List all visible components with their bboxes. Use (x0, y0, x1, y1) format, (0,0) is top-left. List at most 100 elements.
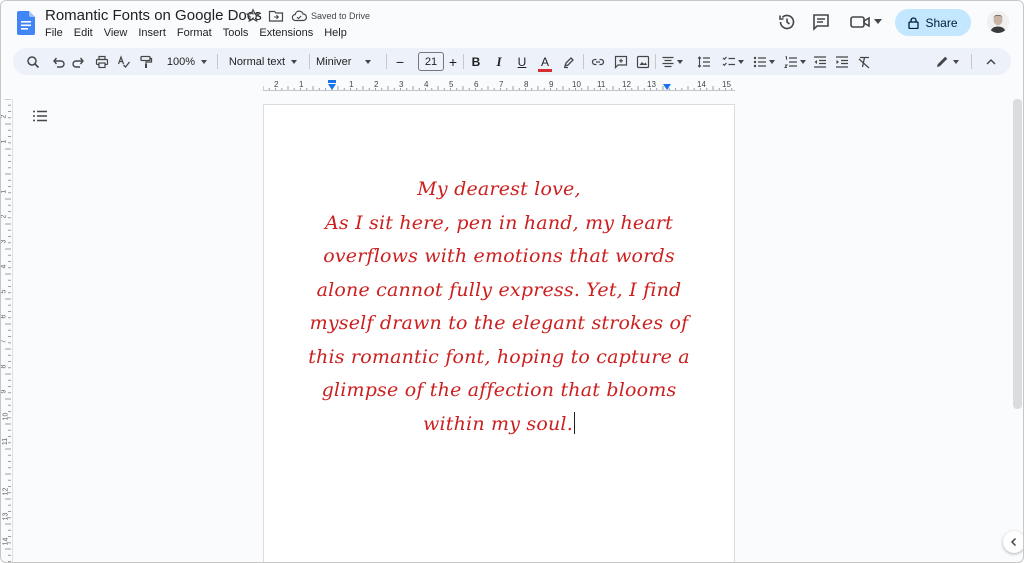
line-spacing-button[interactable] (696, 52, 712, 71)
image-icon (636, 55, 650, 68)
increase-indent-button[interactable] (834, 52, 850, 71)
menu-extensions[interactable]: Extensions (259, 27, 313, 39)
undo-button[interactable] (50, 52, 66, 71)
editing-mode-button[interactable] (933, 52, 961, 71)
app-window: Romantic Fonts on Google Docs Saved to D… (0, 0, 1024, 563)
text-line: alone cannot fully express. Yet, I find (316, 278, 682, 301)
insert-image-button[interactable] (635, 52, 651, 71)
menu-view[interactable]: View (104, 27, 128, 39)
avatar[interactable] (987, 11, 1009, 33)
increase-indent-icon (836, 55, 848, 68)
lock-icon (908, 16, 920, 29)
vertical-ruler-number: 14 (2, 537, 10, 546)
ruler-number: 3 (399, 80, 404, 89)
vertical-ruler-number: 11 (2, 437, 10, 446)
menu-bar: File Edit View Insert Format Tools Exten… (45, 27, 347, 39)
side-panel-toggle-button[interactable] (1003, 531, 1023, 553)
decrease-indent-button[interactable] (812, 52, 828, 71)
document-page[interactable]: My dearest love, As I sit here, pen in h… (263, 104, 735, 562)
menu-tools[interactable]: Tools (223, 27, 249, 39)
bulleted-list-button[interactable] (751, 52, 777, 71)
underline-button[interactable]: U (515, 52, 529, 71)
checklist-icon (722, 56, 735, 66)
search-menus-button[interactable] (25, 52, 41, 71)
decrease-indent-icon (814, 55, 826, 68)
left-indent-marker[interactable] (328, 84, 336, 90)
toolbar-divider (583, 54, 584, 69)
text-color-icon: A (537, 54, 553, 72)
align-center-icon (662, 56, 674, 67)
vertical-scrollbar[interactable] (1013, 99, 1022, 409)
meet-video-icon[interactable] (849, 12, 873, 32)
cloud-saved-icon[interactable] (291, 8, 307, 24)
highlight-color-button[interactable] (561, 52, 577, 71)
menu-insert[interactable]: Insert (138, 27, 166, 39)
save-status: Saved to Drive (311, 11, 371, 21)
horizontal-ruler[interactable]: 2 1 1 2 3 4 5 6 7 8 9 10 11 12 13 14 15 (1, 79, 1023, 93)
redo-button[interactable] (71, 52, 87, 71)
ruler-number: 14 (697, 80, 706, 89)
right-indent-marker[interactable] (663, 84, 671, 90)
text-color-button[interactable]: A (537, 52, 553, 72)
vertical-ruler-number: 10 (2, 412, 10, 421)
checklist-button[interactable] (720, 52, 746, 71)
increase-font-size-button[interactable]: + (447, 52, 459, 71)
ruler-number: 10 (572, 80, 581, 89)
underline-icon: U (517, 54, 527, 69)
decrease-font-size-button[interactable]: − (394, 52, 406, 71)
italic-button[interactable]: I (492, 52, 506, 71)
text-line: this romantic font, hoping to capture a (308, 345, 690, 368)
text-line-last: within my soul. (264, 408, 734, 442)
numbered-list-button[interactable] (782, 52, 808, 71)
vertical-ruler[interactable]: 2 1 1 2 3 4 5 6 7 8 9 10 11 12 13 14 (0, 99, 13, 562)
chevron-down-icon (365, 59, 372, 64)
first-line-indent-marker[interactable] (328, 80, 336, 83)
pencil-icon (937, 56, 948, 67)
menu-file[interactable]: File (45, 27, 63, 39)
print-button[interactable] (94, 52, 110, 71)
move-to-folder-icon[interactable] (268, 8, 284, 24)
toolbar-divider (463, 54, 464, 69)
version-history-icon[interactable] (777, 12, 797, 32)
ruler-number: 7 (499, 80, 504, 89)
menu-format[interactable]: Format (177, 27, 212, 39)
insert-comment-button[interactable] (613, 52, 629, 71)
zoom-value: 100% (166, 55, 196, 68)
text-line: As I sit here, pen in hand, my heart (324, 211, 674, 234)
vertical-ruler-number: 3 (0, 239, 8, 244)
star-icon[interactable] (245, 8, 261, 24)
text-line: overflows with emotions that words (323, 245, 675, 267)
line-spacing-icon (697, 55, 710, 68)
chevron-down-icon (677, 59, 683, 64)
comments-icon[interactable] (811, 12, 831, 32)
menu-edit[interactable]: Edit (74, 27, 93, 39)
ruler-number: 15 (722, 80, 731, 89)
font-size-input[interactable]: 21 (418, 52, 444, 71)
share-button[interactable]: Share (895, 9, 971, 36)
clear-formatting-button[interactable] (856, 52, 872, 71)
docs-logo-icon[interactable] (17, 11, 35, 35)
zoom-select[interactable]: 100% (163, 52, 211, 71)
hide-menus-button[interactable] (983, 52, 999, 71)
document-title[interactable]: Romantic Fonts on Google Docs (45, 7, 262, 24)
bulleted-list-icon (753, 56, 766, 67)
ruler-number: 13 (647, 80, 656, 89)
bold-icon: B (471, 54, 481, 69)
document-outline-icon[interactable] (32, 109, 48, 123)
chevron-down-icon (953, 59, 959, 64)
align-button[interactable] (660, 52, 684, 71)
paint-format-button[interactable] (138, 52, 154, 71)
chevron-up-icon (986, 58, 996, 65)
document-body[interactable]: My dearest love, As I sit here, pen in h… (264, 173, 734, 441)
vertical-ruler-number: 7 (0, 339, 8, 344)
spelling-check-button[interactable] (116, 52, 132, 71)
spellcheck-icon (117, 54, 131, 68)
bold-button[interactable]: B (469, 52, 483, 71)
ruler-number: 4 (424, 80, 429, 89)
share-label: Share (925, 15, 958, 30)
paragraph-style-select[interactable]: Normal text (225, 52, 301, 71)
insert-link-button[interactable] (590, 52, 606, 71)
font-family-select[interactable]: Miniver (316, 52, 376, 71)
chevron-down-icon[interactable] (874, 19, 882, 25)
menu-help[interactable]: Help (324, 27, 347, 39)
